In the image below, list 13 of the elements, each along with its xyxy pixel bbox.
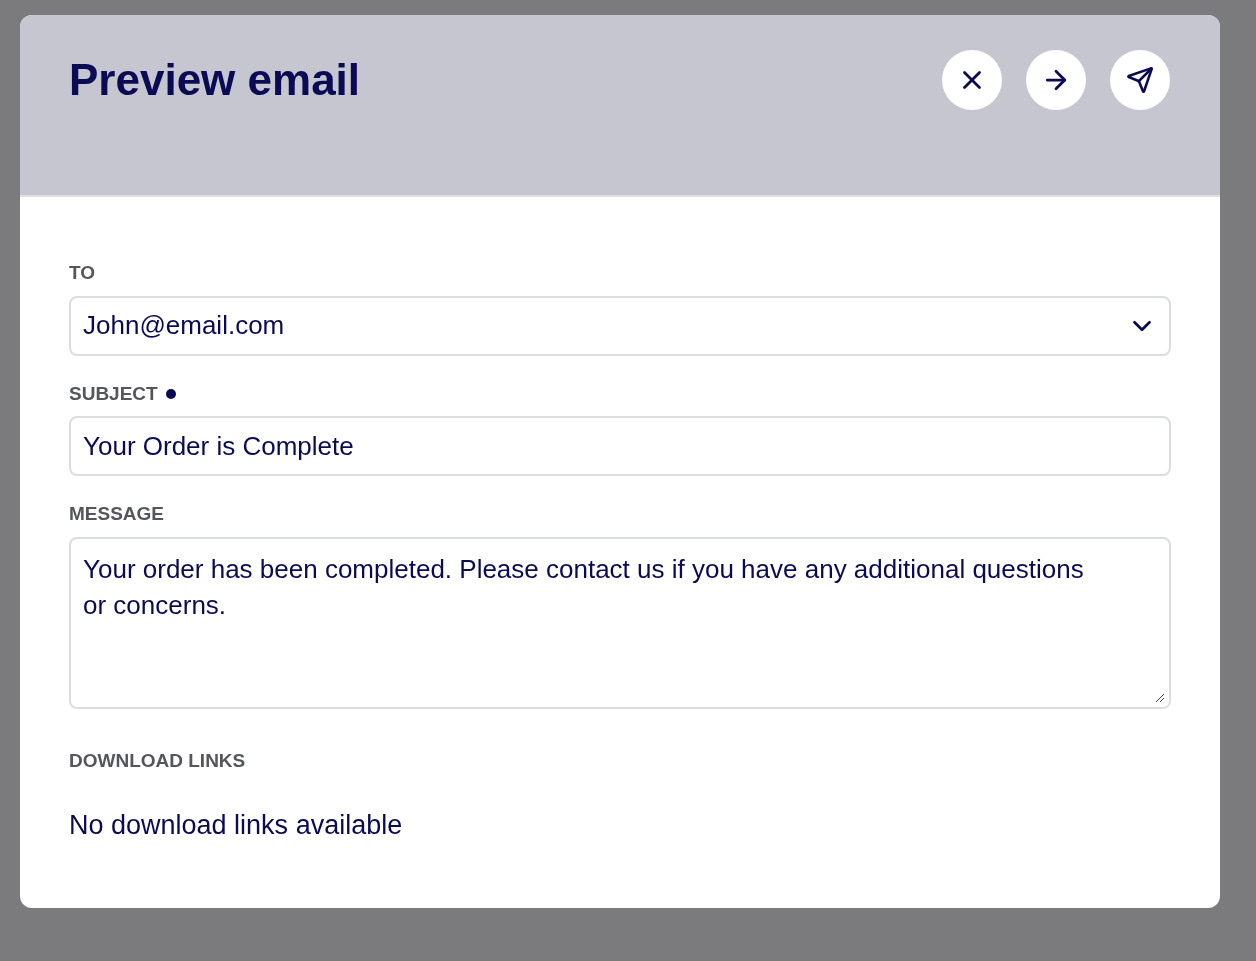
field-label: SUBJECT <box>69 381 158 406</box>
close-button[interactable] <box>942 50 1002 110</box>
field-label: TO <box>69 261 96 285</box>
section-label: DOWNLOAD LINKS <box>69 748 247 773</box>
subject-input[interactable]: Your Order is Complete <box>69 416 1171 476</box>
send-button[interactable] <box>1110 50 1170 110</box>
paper-plane-icon <box>1126 66 1154 94</box>
field-label: MESSAGE <box>69 502 165 526</box>
email-select[interactable]: John@email.com <box>69 295 1171 356</box>
dialog-title: Preview email <box>69 54 361 106</box>
next-button[interactable] <box>1026 50 1086 110</box>
empty-message: No download links available <box>69 809 404 842</box>
message-textarea[interactable]: Your order has been completed. Please contact us if you have any additional questions or concerns. <box>69 536 1171 709</box>
